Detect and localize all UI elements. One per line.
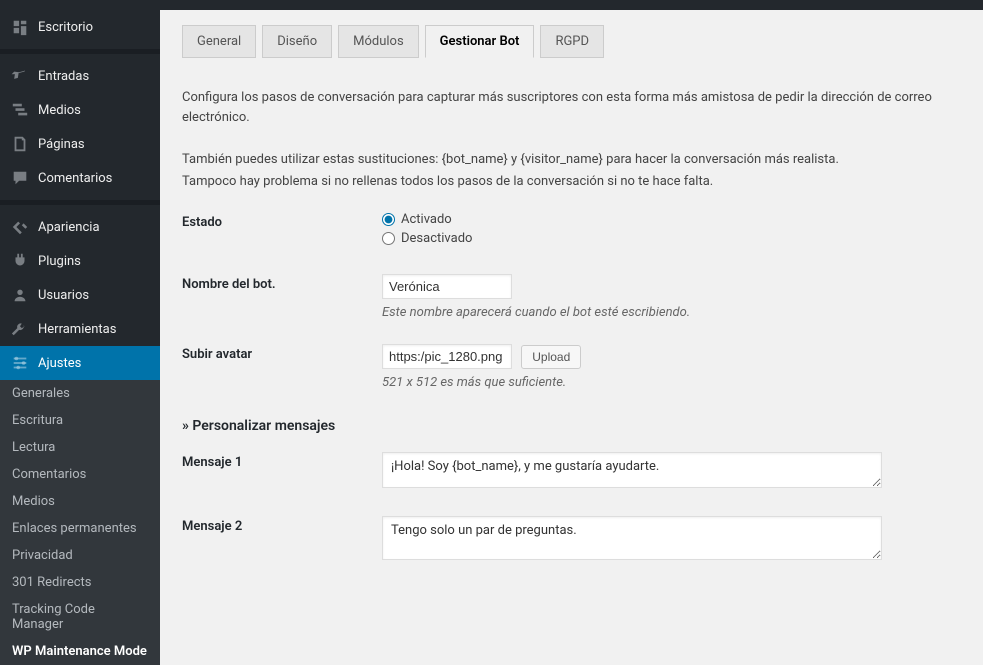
sidebar-item-settings[interactable]: Ajustes [0,346,160,380]
sidebar-item-label: Escritorio [38,20,93,35]
main-content: General Diseño Módulos Gestionar Bot RGP… [160,10,983,573]
intro-p2: También puedes utilizar estas sustitucio… [182,150,961,170]
comment-icon [10,168,30,188]
sidebar-item-posts[interactable]: Entradas [0,59,160,93]
media-icon [10,100,30,120]
page-icon [10,134,30,154]
sidebar-item-plugins[interactable]: Plugins [0,244,160,278]
settings-icon [10,353,30,373]
sidebar-item-label: Páginas [38,137,85,152]
submenu-wpmaintenance[interactable]: WP Maintenance Mode [0,638,160,665]
estado-desactivado-label: Desactivado [401,231,472,246]
sidebar-item-label: Apariencia [38,220,100,235]
sidebar-item-appearance[interactable]: Apariencia [0,210,160,244]
tab-diseno[interactable]: Diseño [262,25,332,58]
sidebar-item-label: Ajustes [38,356,81,371]
intro-p3: Tampoco hay problema si no rellenas todo… [182,172,961,192]
sidebar-item-media[interactable]: Medios [0,93,160,127]
settings-submenu: Generales Escritura Lectura Comentarios … [0,380,160,665]
estado-label: Estado [182,212,382,230]
msg2-textarea[interactable] [382,516,882,560]
tools-icon [10,319,30,339]
msg1-label: Mensaje 1 [182,452,382,470]
submenu-lectura[interactable]: Lectura [0,434,160,461]
botname-hint: Este nombre aparecerá cuando el bot esté… [382,305,961,320]
submenu-medios[interactable]: Medios [0,488,160,515]
msg2-label: Mensaje 2 [182,516,382,534]
submenu-301redirects[interactable]: 301 Redirects [0,569,160,596]
dashboard-icon [10,17,30,37]
appearance-icon [10,217,30,237]
sidebar-item-users[interactable]: Usuarios [0,278,160,312]
submenu-comentarios[interactable]: Comentarios [0,461,160,488]
msg1-textarea[interactable] [382,452,882,488]
submenu-tracking[interactable]: Tracking Code Manager [0,596,160,638]
sidebar-item-pages[interactable]: Páginas [0,127,160,161]
botname-input[interactable] [382,274,512,299]
tab-general[interactable]: General [182,25,256,58]
sidebar-item-label: Plugins [38,254,81,269]
sidebar-item-comments[interactable]: Comentarios [0,161,160,195]
users-icon [10,285,30,305]
submenu-enlaces[interactable]: Enlaces permanentes [0,515,160,542]
upload-button[interactable]: Upload [521,345,581,369]
estado-desactivado-radio[interactable] [382,232,395,245]
sidebar-separator [0,49,160,54]
sidebar-item-label: Usuarios [38,288,89,303]
intro-text: Configura los pasos de conversación para… [182,88,961,192]
submenu-generales[interactable]: Generales [0,380,160,407]
sidebar-item-label: Medios [38,103,81,118]
admin-sidebar: Escritorio Entradas Medios Páginas Comen… [0,10,160,573]
avatar-hint: 521 x 512 es más que suficiente. [382,375,961,390]
estado-activado-radio[interactable] [382,213,395,226]
tab-rgpd[interactable]: RGPD [540,25,604,58]
sidebar-item-tools[interactable]: Herramientas [0,312,160,346]
avatar-label: Subir avatar [182,344,382,362]
tabs: General Diseño Módulos Gestionar Bot RGP… [182,25,961,58]
avatar-input[interactable] [382,344,512,369]
estado-activado-row[interactable]: Activado [382,212,961,227]
sidebar-item-label: Herramientas [38,322,116,337]
botname-label: Nombre del bot. [182,274,382,292]
intro-p1: Configura los pasos de conversación para… [182,88,961,127]
sidebar-item-label: Comentarios [38,171,112,186]
personalizar-mensajes-title: » Personalizar mensajes [182,418,961,434]
plugin-icon [10,251,30,271]
tab-modulos[interactable]: Módulos [338,25,419,58]
sidebar-item-dashboard[interactable]: Escritorio [0,10,160,44]
admin-topbar [0,0,983,10]
estado-activado-label: Activado [401,212,452,227]
tab-gestionar-bot[interactable]: Gestionar Bot [425,25,535,58]
estado-desactivado-row[interactable]: Desactivado [382,231,961,246]
submenu-escritura[interactable]: Escritura [0,407,160,434]
pin-icon [10,66,30,86]
sidebar-separator [0,200,160,205]
sidebar-item-label: Entradas [38,69,89,84]
submenu-privacidad[interactable]: Privacidad [0,542,160,569]
